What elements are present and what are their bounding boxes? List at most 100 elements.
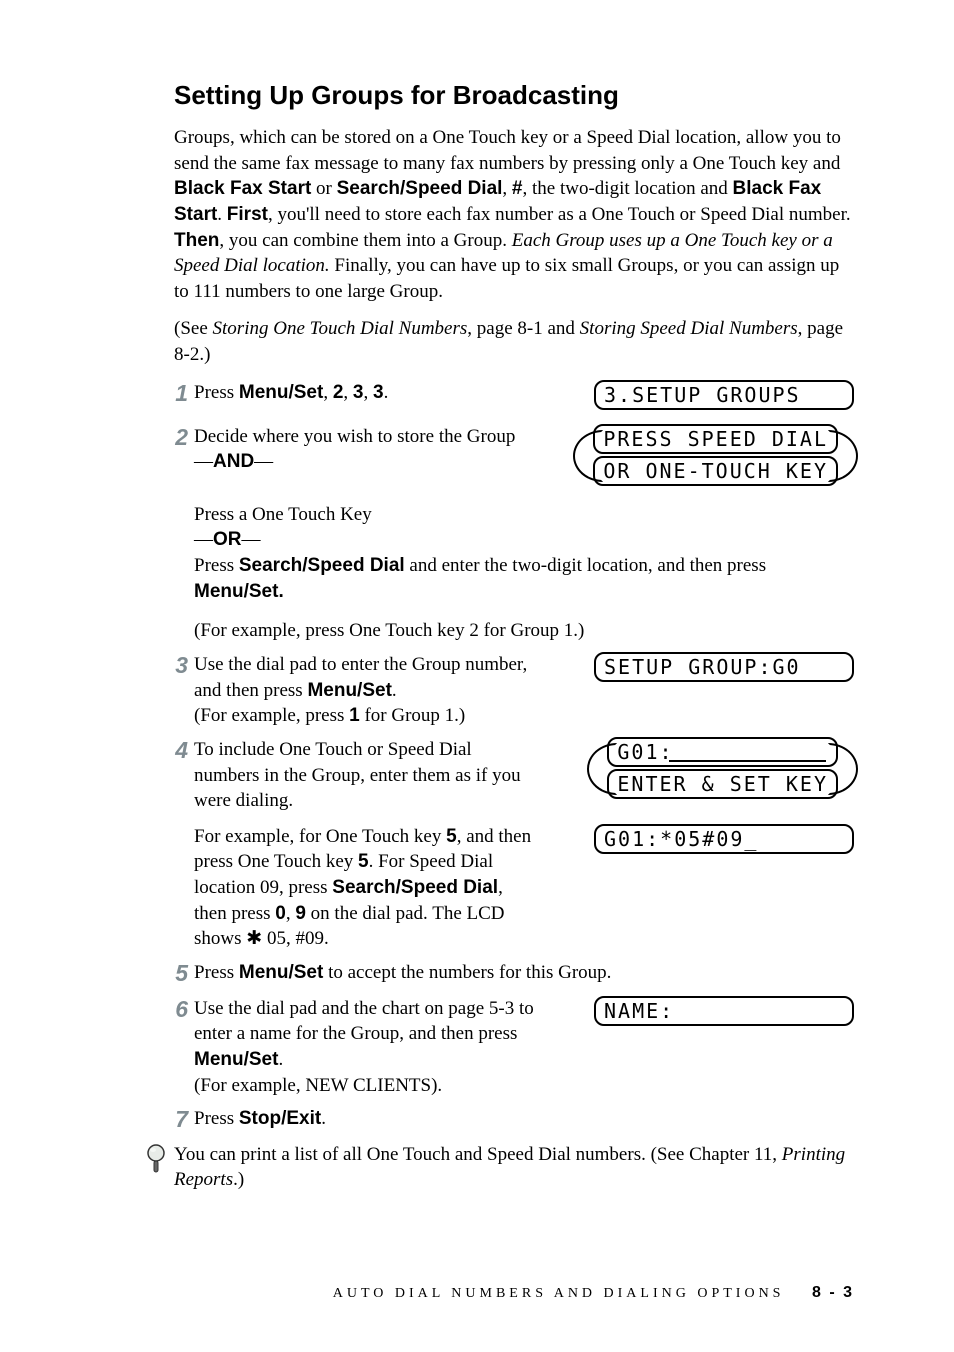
step-5: 5 Press Menu/Set to accept the numbers f… — [160, 960, 854, 988]
step-text: Press a One Touch Key —OR— Press Search/… — [194, 502, 854, 644]
text-bold: 9 — [295, 903, 306, 924]
lcd-display: ENTER & SET KEY — [607, 769, 838, 799]
section-heading: Setting Up Groups for Broadcasting — [174, 80, 854, 111]
lcd-column: PRESS SPEED DIAL OR ONE-TOUCH KEY — [577, 424, 854, 488]
footer-section: AUTO DIAL NUMBERS AND DIALING OPTIONS — [333, 1286, 785, 1301]
text-bold: Menu/Set — [194, 1049, 278, 1070]
step-4: 4 To include One Touch or Speed Dial num… — [160, 737, 854, 814]
text-bold: 1 — [349, 705, 360, 726]
text: , page 8-1 and — [467, 318, 579, 339]
text: for Group 1.) — [360, 705, 466, 726]
text: to accept the numbers for this Group. — [323, 962, 611, 983]
text: (For example, press One Touch key 2 for … — [194, 620, 584, 641]
lcd-column: 3.SETUP GROUPS — [594, 380, 854, 416]
page-number: 8 - 3 — [812, 1284, 854, 1301]
text-bold: Stop/Exit — [239, 1108, 321, 1129]
text: To include One Touch or Speed Dial numbe… — [194, 739, 521, 811]
text: 05, #09. — [262, 928, 329, 949]
text: Press — [194, 1108, 239, 1129]
text: Groups, which can be stored on a One Tou… — [174, 127, 841, 174]
text: Use the dial pad and the chart on page 5… — [194, 998, 534, 1045]
text: .) — [233, 1169, 244, 1190]
text: , you'll need to store each fax number a… — [268, 204, 851, 225]
lcd-display: SETUP GROUP:G0 — [594, 652, 854, 682]
text-bold: First — [227, 204, 268, 225]
step-number: 6 — [160, 996, 194, 1024]
text: , you can combine them into a Group. — [219, 230, 511, 251]
text-bold: Menu/Set — [239, 382, 323, 403]
step-6: 6 Use the dial pad and the chart on page… — [160, 996, 854, 1099]
text: For example, for One Touch key — [194, 826, 446, 847]
text: . — [321, 1108, 326, 1129]
lcd-scroll-group: G01: ENTER & SET KEY — [591, 737, 854, 801]
text-bold: AND — [213, 451, 254, 472]
text-bold: Then — [174, 230, 219, 251]
step-7: 7 Press Stop/Exit. — [160, 1106, 854, 1134]
text-bold: Search/Speed Dial — [337, 178, 503, 199]
step-text: Press Menu/Set to accept the numbers for… — [194, 960, 854, 986]
text-bold: 3 — [373, 382, 384, 403]
step-number: 5 — [160, 960, 194, 988]
lcd-column: G01:*05#09_ — [594, 824, 854, 860]
text: Decide where you wish to store the Group — [194, 426, 515, 447]
text-bold: Menu/Set. — [194, 581, 284, 602]
text: and enter the two-digit location, and th… — [405, 555, 766, 576]
text-bold: Menu/Set — [239, 962, 323, 983]
intro-paragraph: Groups, which can be stored on a One Tou… — [174, 125, 854, 304]
text-bold: 2 — [333, 382, 344, 403]
note-icon — [144, 1142, 174, 1179]
text: , — [363, 382, 373, 403]
text-italic: Storing Speed Dial Numbers — [580, 318, 798, 339]
lcd-column: NAME: — [594, 996, 854, 1032]
text: . — [384, 382, 389, 403]
step-text: Press Stop/Exit. — [194, 1106, 854, 1132]
step-text: For example, for One Touch key 5, and th… — [194, 824, 544, 952]
text-bold: Search/Speed Dial — [332, 877, 498, 898]
text: , the two-digit location and — [523, 178, 733, 199]
step-number: 1 — [160, 380, 194, 408]
lcd-display: NAME: — [594, 996, 854, 1026]
text-bold: Search/Speed Dial — [239, 555, 405, 576]
lcd-display: OR ONE-TOUCH KEY — [593, 456, 838, 486]
lcd-column: SETUP GROUP:G0 — [594, 652, 854, 688]
note: You can print a list of all One Touch an… — [144, 1142, 854, 1193]
text: or — [311, 178, 336, 199]
text: . — [278, 1049, 283, 1070]
see-reference: (See Storing One Touch Dial Numbers, pag… — [174, 316, 854, 367]
text-bold: 5 — [446, 826, 457, 847]
text: Press a One Touch Key — [194, 504, 372, 525]
step-number: 3 — [160, 652, 194, 680]
text: , — [286, 903, 296, 924]
text: Press — [194, 962, 239, 983]
lcd-display: 3.SETUP GROUPS — [594, 380, 854, 410]
text-bold: 3 — [353, 382, 364, 403]
step-text: Press Menu/Set, 2, 3, 3. — [194, 380, 544, 406]
lcd-display: PRESS SPEED DIAL — [593, 424, 838, 454]
text-bold: # — [512, 178, 523, 199]
step-3: 3 Use the dial pad to enter the Group nu… — [160, 652, 854, 729]
text: (For example, press — [194, 705, 349, 726]
text-bold: OR — [213, 529, 242, 550]
lcd-display: G01: — [607, 737, 838, 767]
page-footer: AUTO DIAL NUMBERS AND DIALING OPTIONS 8 … — [0, 1284, 954, 1302]
lcd-display: G01:*05#09_ — [594, 824, 854, 854]
step-2: 2 Decide where you wish to store the Gro… — [160, 424, 854, 488]
step-text: Use the dial pad and the chart on page 5… — [194, 996, 544, 1099]
text: . — [392, 680, 397, 701]
step-1: 1 Press Menu/Set, 2, 3, 3. 3.SETUP GROUP… — [160, 380, 854, 416]
text: , — [502, 178, 512, 199]
step-number: 7 — [160, 1106, 194, 1134]
note-text: You can print a list of all One Touch an… — [174, 1142, 854, 1193]
text: Press — [194, 382, 239, 403]
step-number: 4 — [160, 737, 194, 765]
step-2-continued: Press a One Touch Key —OR— Press Search/… — [160, 502, 854, 644]
text-bold: Black Fax Start — [174, 178, 311, 199]
text: . — [217, 204, 227, 225]
text-italic: Storing One Touch Dial Numbers — [213, 318, 468, 339]
text-bold: Menu/Set — [307, 680, 391, 701]
step-text: To include One Touch or Speed Dial numbe… — [194, 737, 544, 814]
step-4-continued: For example, for One Touch key 5, and th… — [160, 824, 854, 952]
step-number: 2 — [160, 424, 194, 452]
text: You can print a list of all One Touch an… — [174, 1144, 782, 1165]
text: (See — [174, 318, 213, 339]
